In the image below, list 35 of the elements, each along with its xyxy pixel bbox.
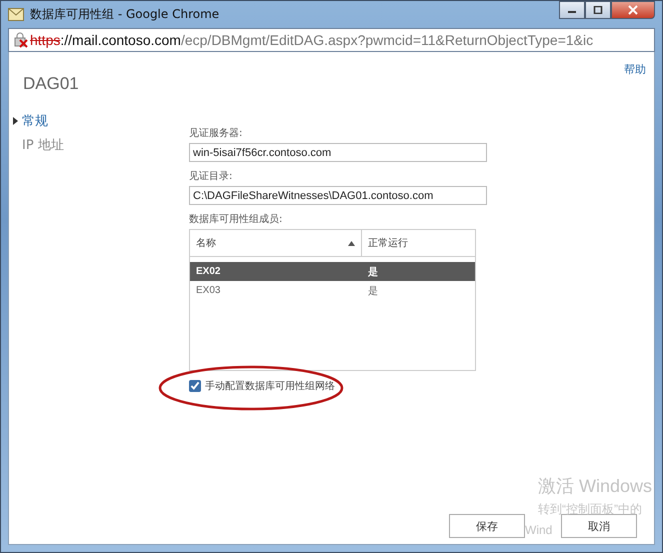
activation-notice-title: 激活 Windows	[538, 475, 652, 498]
checkbox[interactable]	[189, 380, 201, 392]
sort-ascending-icon	[348, 240, 355, 246]
cancel-button[interactable]: 取消	[561, 514, 637, 538]
insecure-lock-icon	[13, 32, 29, 48]
table-cell-text: 是	[367, 266, 379, 278]
window-title: 数据库可用性组 - Google Chrome	[30, 6, 220, 23]
nav-item[interactable]: 常规	[22, 112, 48, 130]
column-header[interactable]: 正常运行	[362, 230, 414, 256]
field-label: 见证服务器:	[189, 127, 244, 140]
close-button[interactable]	[611, 1, 655, 19]
input-field[interactable]: C:\DAGFileShareWitnesses\DAG01.contoso.com	[189, 186, 487, 205]
minimize-button[interactable]	[559, 1, 585, 19]
checkbox-label: 手动配置数据库可用性组网络	[205, 380, 335, 393]
input-field[interactable]: win-5isai7f56cr.contoso.com	[189, 143, 487, 162]
table-cell-text: EX03	[195, 285, 222, 296]
address-bar[interactable]: https://mail.contoso.com/ecp/DBMgmt/EditDAG.aspx?pwmcid=11&ReturnObjectType=1&ic	[8, 28, 655, 52]
field-label: 见证目录:	[189, 170, 234, 183]
nav-item[interactable]: IP 地址	[22, 136, 64, 154]
activation-notice-text: Wind	[525, 523, 552, 537]
help-link[interactable]: 帮助	[624, 62, 646, 77]
table-row[interactable]: EX02 是	[190, 262, 475, 281]
table-cell-text: EX02	[195, 266, 222, 277]
selected-arrow-icon	[13, 117, 18, 125]
page-heading: DAG01	[23, 74, 80, 94]
field-label: 数据库可用性组成员:	[189, 212, 284, 226]
save-button[interactable]: 保存	[449, 514, 525, 538]
maximize-button[interactable]	[585, 1, 611, 19]
url-text: https://mail.contoso.com/ecp/DBMgmt/EditDAG.aspx?pwmcid=11&ReturnObjectType=1&ic	[30, 32, 594, 48]
table-cell-text: 是	[367, 284, 379, 298]
table-row[interactable]: EX03 是	[190, 281, 475, 300]
maximize-icon	[593, 6, 603, 14]
column-header[interactable]: 名称	[190, 230, 362, 256]
envelope-icon	[8, 8, 24, 21]
close-icon	[627, 5, 639, 15]
